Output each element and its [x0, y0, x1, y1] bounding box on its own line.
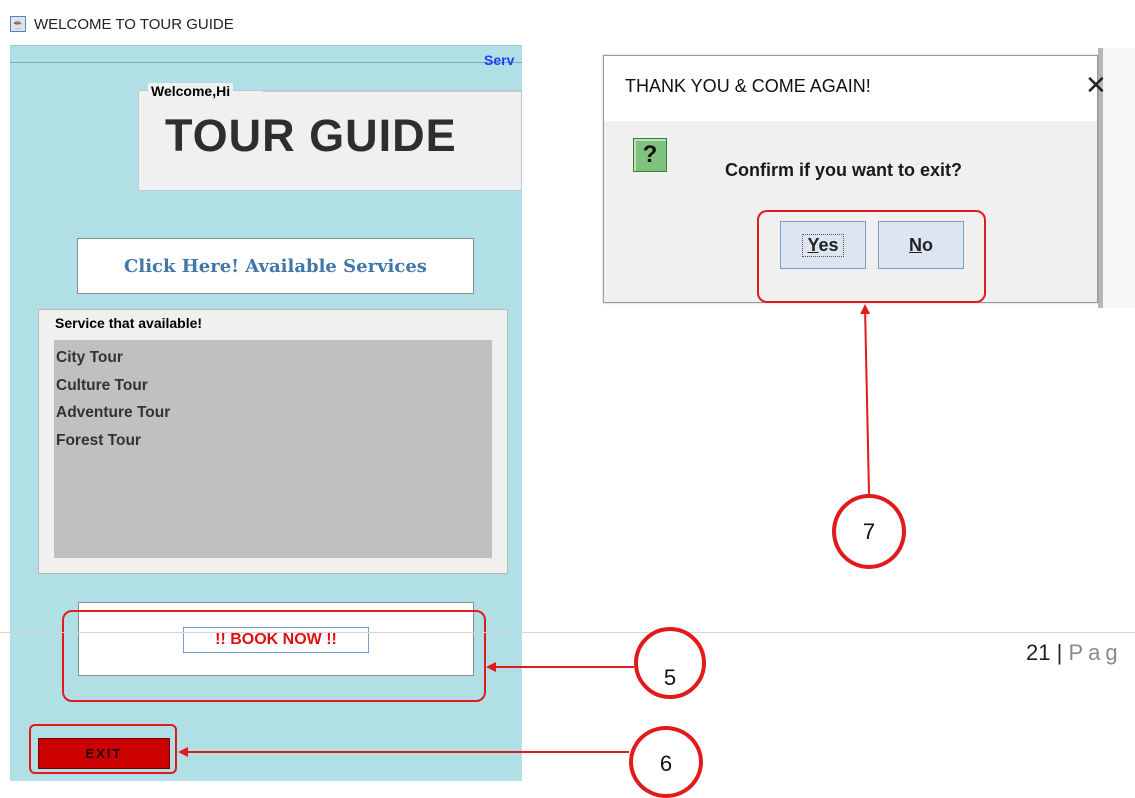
dialog-title: THANK YOU & COME AGAIN! — [625, 76, 871, 96]
welcome-legend: Welcome,Hi — [148, 83, 234, 99]
welcome-border-line — [263, 91, 521, 92]
close-icon[interactable]: ✕ — [1085, 72, 1107, 98]
book-now-highlight — [62, 610, 486, 702]
background-window-edge — [1103, 48, 1135, 308]
list-item[interactable]: City Tour — [56, 344, 492, 372]
page-word: Pag — [1068, 640, 1123, 665]
window-title: WELCOME TO TOUR GUIDE — [34, 15, 234, 33]
list-item[interactable]: Adventure Tour — [56, 399, 492, 427]
services-list[interactable]: City Tour Culture Tour Adventure Tour Fo… — [54, 340, 492, 558]
services-menu-label[interactable]: Serv — [484, 52, 514, 68]
footer-separator: | — [1056, 640, 1063, 665]
dialog-message: Confirm if you want to exit? — [725, 160, 962, 180]
app-heading: TOUR GUIDE — [165, 110, 457, 161]
footer-rule — [0, 632, 1135, 633]
list-item[interactable]: Forest Tour — [56, 427, 492, 455]
exit-highlight — [29, 724, 177, 774]
page-number: 21 — [1026, 640, 1051, 665]
dialog-buttons-highlight — [757, 210, 986, 303]
app-title-bar: ☕ WELCOME TO TOUR GUIDE — [10, 12, 234, 36]
callout-5: 5 — [634, 627, 706, 699]
menu-divider — [10, 62, 522, 63]
page-footer: 21 | Pag — [1026, 640, 1123, 666]
question-icon: ? — [633, 138, 667, 172]
java-coffee-icon: ☕ — [10, 16, 26, 32]
arrow-7 — [860, 304, 871, 495]
callout-7: 7 — [832, 494, 906, 569]
services-legend: Service that available! — [52, 315, 206, 331]
available-services-button[interactable]: Click Here! Available Services — [77, 238, 474, 294]
callout-6: 6 — [629, 726, 703, 798]
list-item[interactable]: Culture Tour — [56, 372, 492, 400]
